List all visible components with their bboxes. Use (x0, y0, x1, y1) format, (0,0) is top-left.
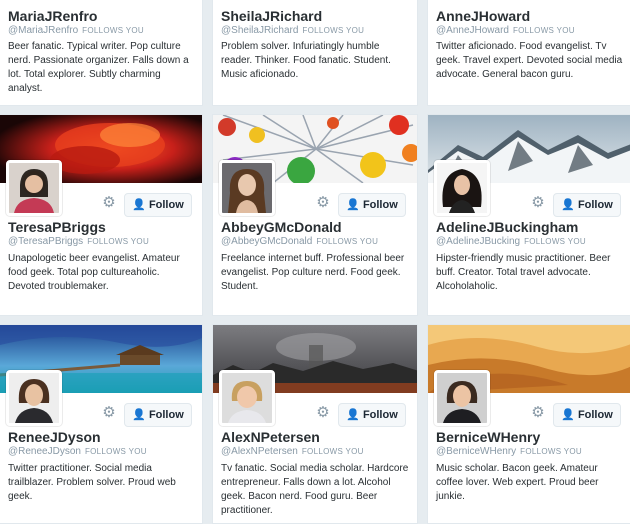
user-bio: Tv fanatic. Social media scholar. Hardco… (221, 463, 409, 516)
user-name[interactable]: SheilaJRichard (221, 8, 322, 24)
follow-button[interactable]: 👤 Follow (124, 403, 192, 427)
person-add-icon: 👤 (561, 199, 575, 211)
gear-icon[interactable]: ⚙ (530, 405, 546, 421)
person-add-icon: 👤 (132, 199, 146, 211)
gear-icon[interactable]: ⚙ (315, 195, 331, 211)
user-handle[interactable]: @BerniceWHenry (436, 446, 516, 457)
follows-you-badge: FOLLOWS YOU (84, 447, 147, 456)
user-handle[interactable]: @MariaJRenfro (8, 25, 78, 36)
user-handle[interactable]: @AnneJHoward (436, 25, 509, 36)
user-name[interactable]: AbbeyGMcDonald (221, 219, 342, 235)
user-card: ⚙ 👤 Follow ReneeJDyson @ReneeJDyson FOLLOW… (0, 324, 203, 524)
avatar[interactable] (434, 160, 490, 216)
avatar[interactable] (219, 370, 275, 426)
person-add-icon: 👤 (561, 409, 575, 421)
follows-you-badge: FOLLOWS YOU (316, 237, 379, 246)
user-bio: Freelance internet buff. Professional be… (221, 253, 405, 292)
person-add-icon: 👤 (132, 409, 146, 421)
user-handle[interactable]: @AdelineJBucking (436, 236, 520, 247)
follows-you-badge: FOLLOWS YOU (302, 26, 365, 35)
gear-icon[interactable]: ⚙ (101, 195, 117, 211)
user-card: AnneJHoward @AnneJHoward FOLLOWS YOU Twit… (427, 0, 630, 106)
user-card: ⚙ 👤 Follow AlexNPetersen @AlexNPetersen FO… (212, 324, 418, 524)
follow-button[interactable]: 👤 Follow (124, 193, 192, 217)
user-name[interactable]: ReneeJDyson (8, 429, 101, 445)
user-bio: Twitter practitioner. Social media trail… (8, 463, 176, 502)
gear-icon[interactable]: ⚙ (101, 405, 117, 421)
avatar[interactable] (219, 160, 275, 216)
user-bio: Hipster-friendly music practitioner. Bee… (436, 253, 611, 292)
user-card: ⚙ 👤 Follow BerniceWHenry @BerniceWHenry FO… (427, 324, 630, 524)
user-name[interactable]: AlexNPetersen (221, 429, 320, 445)
user-handle[interactable]: @AlexNPetersen (221, 446, 298, 457)
follow-button[interactable]: 👤 Follow (338, 193, 406, 217)
avatar[interactable] (6, 160, 62, 216)
follows-you-badge: FOLLOWS YOU (512, 26, 575, 35)
follow-button[interactable]: 👤 Follow (553, 193, 621, 217)
follows-you-badge: FOLLOWS YOU (520, 447, 583, 456)
user-card: SheilaJRichard @SheilaJRichard FOLLOWS YO… (212, 0, 418, 106)
user-name[interactable]: AnneJHoward (436, 8, 530, 24)
user-name[interactable]: MariaJRenfro (8, 8, 97, 24)
user-handle[interactable]: @AbbeyGMcDonald (221, 236, 312, 247)
user-bio: Beer fanatic. Typical writer. Pop cultur… (8, 41, 189, 94)
user-card: ⚙ 👤 Follow AbbeyGMcDonald @AbbeyGMcDonald… (212, 114, 418, 316)
user-card: MariaJRenfro @MariaJRenfro FOLLOWS YOU Be… (0, 0, 203, 106)
user-card: ⚙ 👤 Follow TeresaPBriggs @TeresaPBriggs FO… (0, 114, 203, 316)
user-bio: Unapologetic beer evangelist. Amateur fo… (8, 253, 180, 292)
user-handle[interactable]: @ReneeJDyson (8, 446, 81, 457)
user-name[interactable]: BerniceWHenry (436, 429, 540, 445)
person-add-icon: 👤 (346, 199, 360, 211)
follows-you-badge: FOLLOWS YOU (301, 447, 364, 456)
gear-icon[interactable]: ⚙ (530, 195, 546, 211)
gear-icon[interactable]: ⚙ (315, 405, 331, 421)
user-bio: Twitter aficionado. Food evangelist. Tv … (436, 41, 623, 80)
user-card: ⚙ 👤 Follow AdelineJBuckingham @AdelineJBu… (427, 114, 630, 316)
follows-you-badge: FOLLOWS YOU (524, 237, 586, 246)
follow-button[interactable]: 👤 Follow (338, 403, 406, 427)
user-name[interactable]: AdelineJBuckingham (436, 219, 578, 235)
user-bio: Problem solver. Infuriatingly humble rea… (221, 41, 391, 80)
follow-button[interactable]: 👤 Follow (553, 403, 621, 427)
user-handle[interactable]: @TeresaPBriggs (8, 236, 83, 247)
user-bio: Music scholar. Bacon geek. Amateur coffe… (436, 463, 599, 502)
avatar[interactable] (434, 370, 490, 426)
person-add-icon: 👤 (346, 409, 360, 421)
user-handle[interactable]: @SheilaJRichard (221, 25, 298, 36)
follows-you-badge: FOLLOWS YOU (87, 237, 150, 246)
avatar[interactable] (6, 370, 62, 426)
user-name[interactable]: TeresaPBriggs (8, 219, 106, 235)
follows-you-badge: FOLLOWS YOU (82, 26, 145, 35)
